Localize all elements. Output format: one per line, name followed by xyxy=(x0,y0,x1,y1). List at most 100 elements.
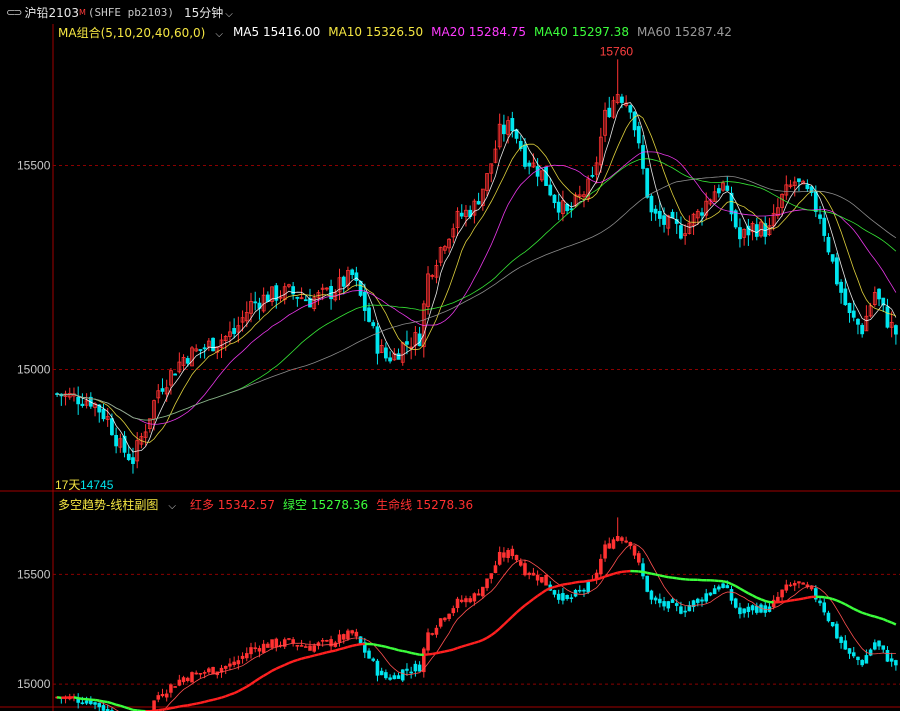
sub-bar[interactable] xyxy=(367,650,371,659)
candle-body[interactable] xyxy=(636,126,641,144)
candle-body[interactable] xyxy=(131,457,135,464)
sub-bar[interactable] xyxy=(261,643,266,653)
candle-body[interactable] xyxy=(851,310,856,318)
sub-bar[interactable] xyxy=(489,573,494,579)
candle-body[interactable] xyxy=(367,307,371,322)
sub-bar[interactable] xyxy=(797,581,801,584)
sub-bar[interactable] xyxy=(708,592,713,596)
sub-bar[interactable] xyxy=(873,642,877,650)
sub-bar[interactable] xyxy=(725,585,730,589)
sub-bar[interactable] xyxy=(738,607,742,615)
sub-bar[interactable] xyxy=(438,618,443,627)
sub-bar[interactable] xyxy=(164,693,169,698)
sub-bar[interactable] xyxy=(620,537,624,541)
sub-bar[interactable] xyxy=(468,598,472,603)
candle-body[interactable] xyxy=(645,168,650,198)
main-plot[interactable] xyxy=(55,59,898,474)
sub-bar[interactable] xyxy=(337,634,342,643)
candle-body[interactable] xyxy=(396,353,401,360)
candle-body[interactable] xyxy=(662,215,666,225)
candle-body[interactable] xyxy=(185,358,190,364)
sub-bar[interactable] xyxy=(502,552,506,558)
sub-bar[interactable] xyxy=(160,694,165,697)
sub-bar[interactable] xyxy=(653,597,658,601)
candle-body[interactable] xyxy=(358,281,363,296)
candle-body[interactable] xyxy=(826,236,831,253)
candle-body[interactable] xyxy=(830,254,835,262)
sub-bar[interactable] xyxy=(742,608,746,614)
sub-bar[interactable] xyxy=(430,633,435,635)
candle-body[interactable] xyxy=(552,194,557,204)
candle-body[interactable] xyxy=(80,403,85,406)
candle-body[interactable] xyxy=(700,212,704,216)
sub-bar[interactable] xyxy=(611,539,616,549)
candle-body[interactable] xyxy=(354,272,359,281)
sub-bar[interactable] xyxy=(641,563,645,577)
sub-bar[interactable] xyxy=(207,668,211,673)
candle-body[interactable] xyxy=(860,324,865,335)
sub-bar[interactable] xyxy=(455,598,460,609)
candle-body[interactable] xyxy=(295,296,300,299)
sub-plot[interactable] xyxy=(55,517,898,711)
candle-body[interactable] xyxy=(202,347,207,350)
sub-bar[interactable] xyxy=(510,548,515,557)
candle-body[interactable] xyxy=(350,269,355,276)
sub-bar[interactable] xyxy=(194,672,198,675)
sub-bar[interactable] xyxy=(409,671,413,674)
sub-bar[interactable] xyxy=(240,655,245,659)
sub-bar[interactable] xyxy=(413,663,418,672)
candle-body[interactable] xyxy=(649,195,654,213)
sub-bar[interactable] xyxy=(624,540,628,543)
sub-bar[interactable] xyxy=(476,593,481,596)
sub-bar[interactable] xyxy=(561,593,565,601)
sub-bar[interactable] xyxy=(733,598,738,608)
candle-body[interactable] xyxy=(856,318,860,325)
sub-bar[interactable] xyxy=(830,622,835,627)
candle-body[interactable] xyxy=(362,291,367,311)
sub-bar[interactable] xyxy=(232,661,236,666)
sub-bar[interactable] xyxy=(485,578,489,589)
sub-bar[interactable] xyxy=(270,639,274,648)
candle-body[interactable] xyxy=(877,288,881,300)
candle-body[interactable] xyxy=(885,306,890,328)
sub-bar[interactable] xyxy=(245,653,249,659)
sub-bar[interactable] xyxy=(712,588,717,595)
candle-body[interactable] xyxy=(632,111,637,131)
chart-canvas[interactable]: 15000 15500 15000 15500 15760 17天 14745 xyxy=(0,0,900,711)
sub-bar[interactable] xyxy=(658,598,662,604)
sub-bar[interactable] xyxy=(607,543,612,549)
candle-body[interactable] xyxy=(556,201,561,213)
sub-bar[interactable] xyxy=(84,700,89,704)
candle-body[interactable] xyxy=(375,326,380,354)
sub-bar[interactable] xyxy=(788,584,793,587)
candle-body[interactable] xyxy=(126,453,131,460)
sub-bar[interactable] xyxy=(792,582,797,586)
sub-bar[interactable] xyxy=(577,589,582,592)
sub-bar[interactable] xyxy=(169,684,173,693)
sub-bar[interactable] xyxy=(523,563,527,576)
sub-bar[interactable] xyxy=(228,663,232,667)
sub-bar[interactable] xyxy=(464,598,468,603)
sub-bar[interactable] xyxy=(670,599,675,603)
sub-bar[interactable] xyxy=(253,647,257,649)
sub-bar[interactable] xyxy=(632,545,637,556)
sub-bar[interactable] xyxy=(649,590,654,600)
sub-bar[interactable] xyxy=(93,702,97,705)
sub-bar[interactable] xyxy=(822,602,827,613)
candle-body[interactable] xyxy=(114,434,118,447)
sub-bar[interactable] xyxy=(236,660,241,665)
candle-body[interactable] xyxy=(232,328,237,334)
candle-body[interactable] xyxy=(657,210,662,219)
sub-bar[interactable] xyxy=(493,565,498,574)
sub-bar[interactable] xyxy=(371,658,376,661)
sub-bar[interactable] xyxy=(299,645,304,647)
sub-bar[interactable] xyxy=(843,640,848,650)
sub-bar[interactable] xyxy=(750,605,755,611)
candle-body[interactable] xyxy=(523,144,527,167)
candle-body[interactable] xyxy=(535,166,540,177)
sub-bar[interactable] xyxy=(784,584,789,591)
candle-body[interactable] xyxy=(754,224,759,237)
candle-body[interactable] xyxy=(510,118,515,132)
sub-bar[interactable] xyxy=(287,638,291,640)
sub-bar[interactable] xyxy=(666,601,671,609)
